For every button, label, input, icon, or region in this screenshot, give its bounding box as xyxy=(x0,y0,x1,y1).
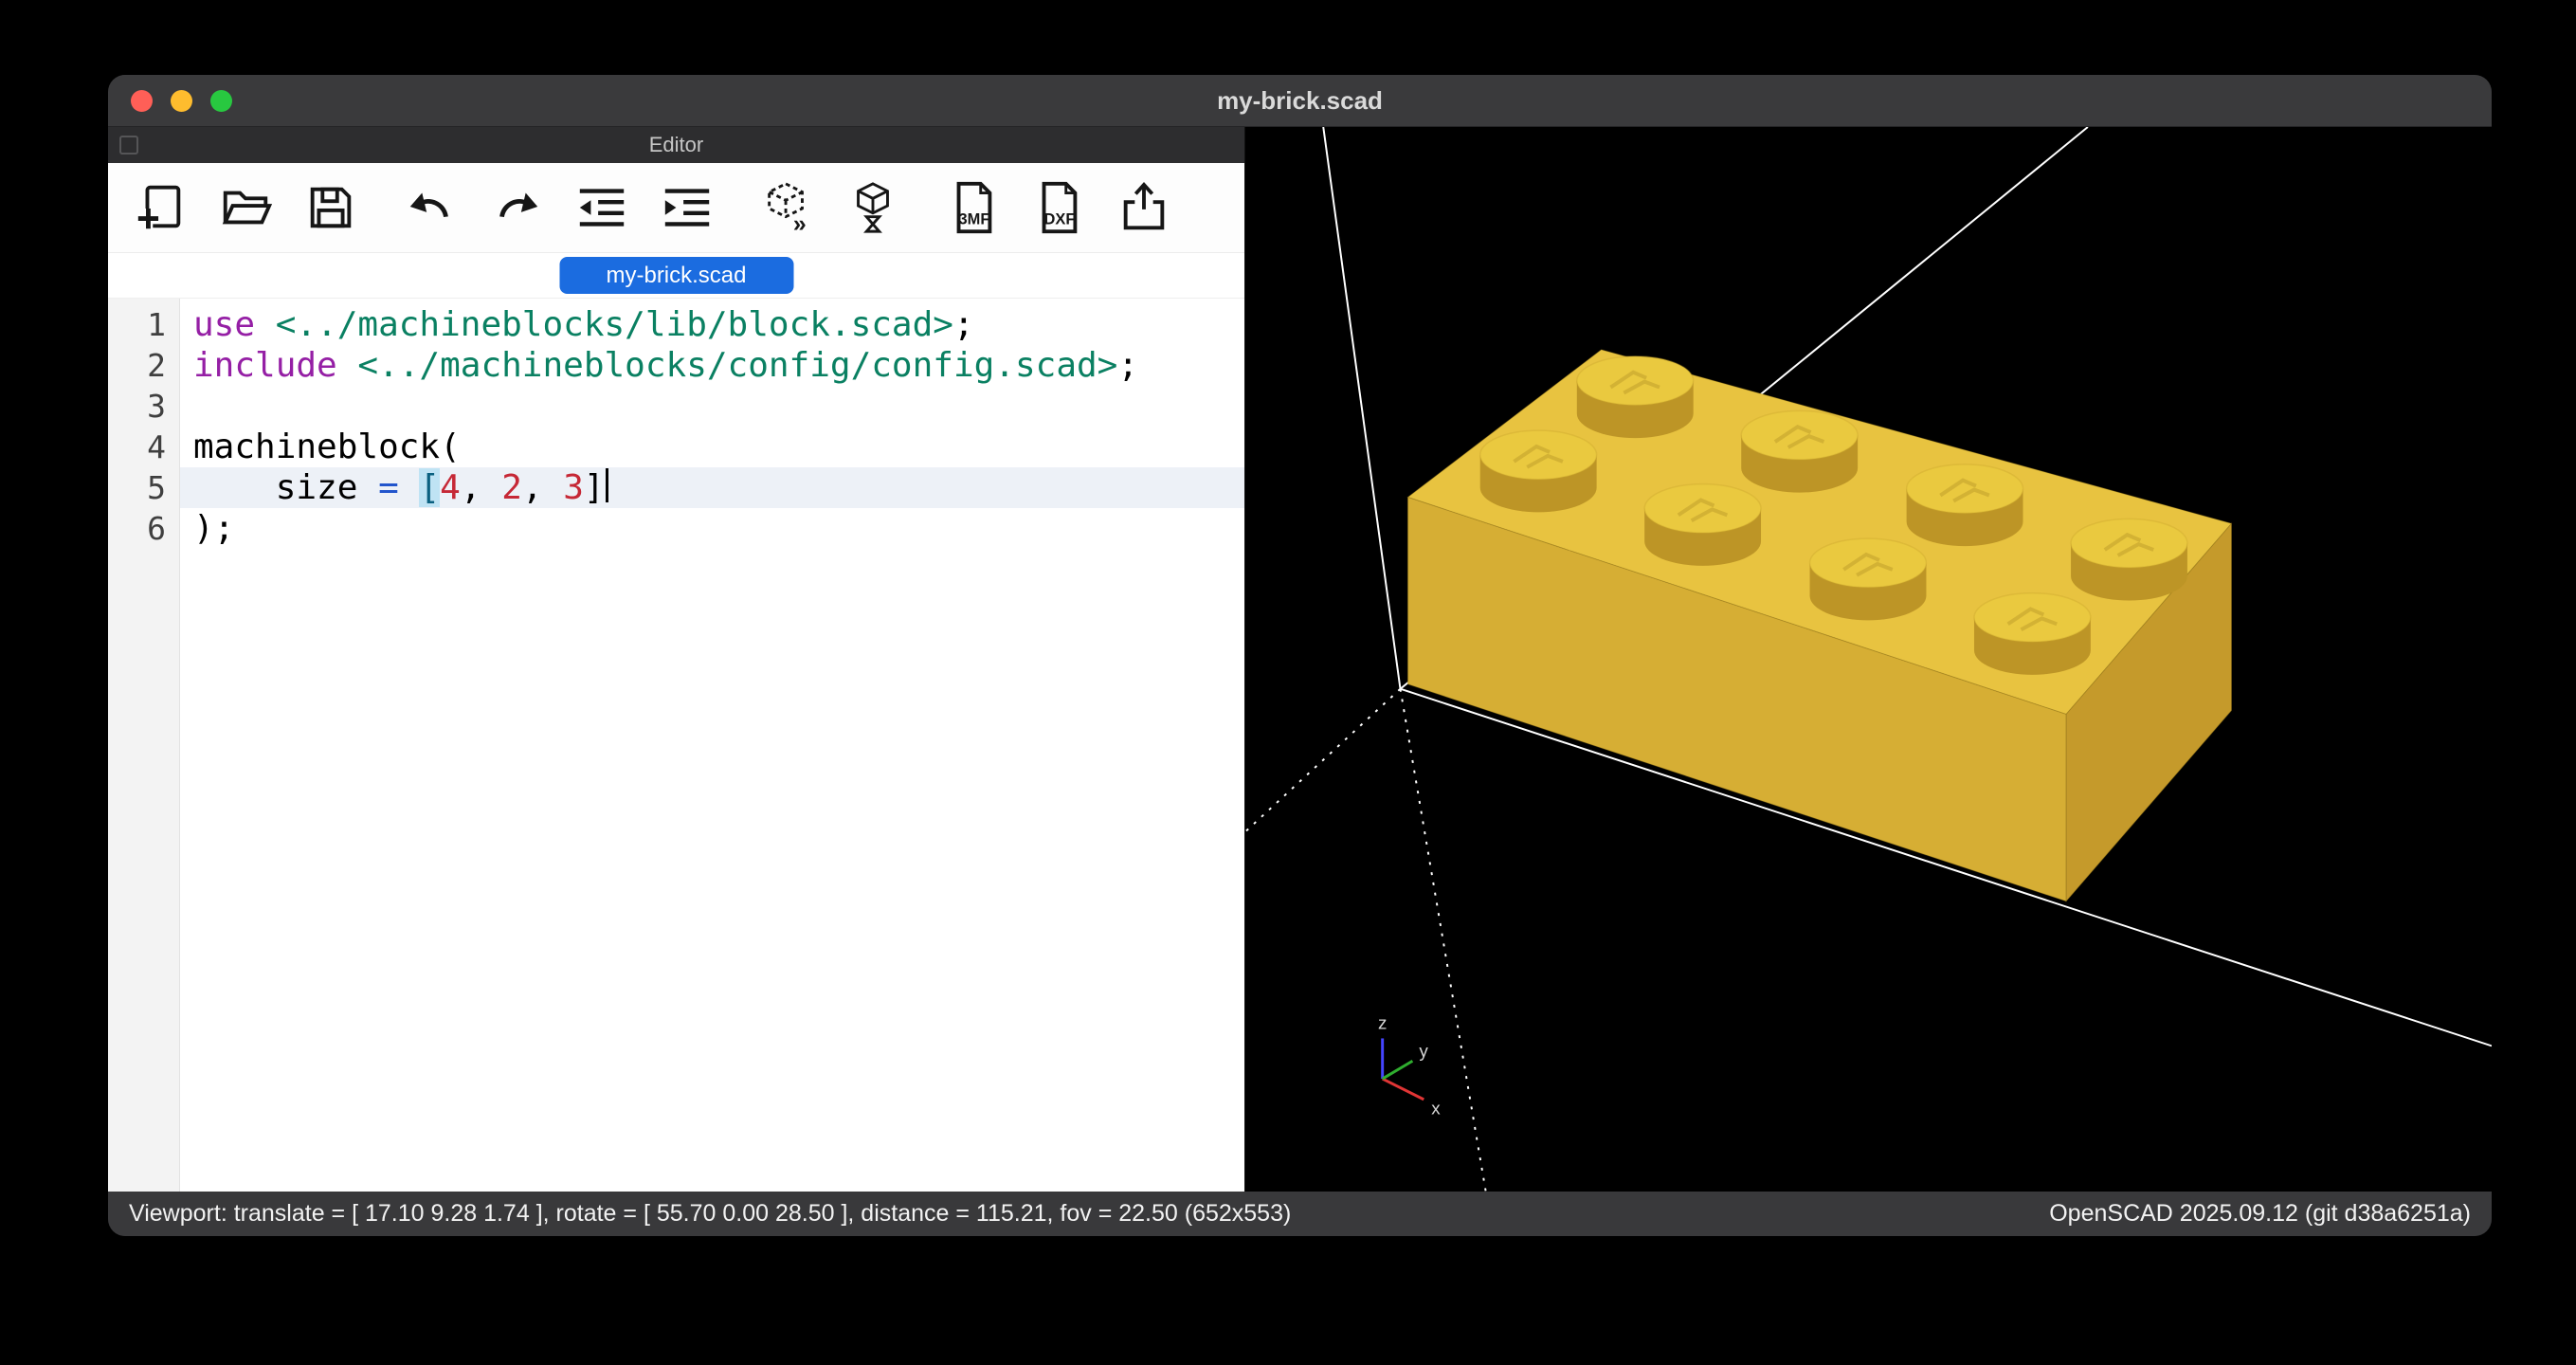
editor-toolbar: » xyxy=(108,163,1244,253)
viewport-status-text: Viewport: translate = [ 17.10 9.28 1.74 … xyxy=(129,1200,1291,1228)
line-number-gutter: 123456 xyxy=(108,299,180,1192)
line-number: 4 xyxy=(108,427,179,467)
indent-button[interactable] xyxy=(650,171,724,245)
panel-title: Editor xyxy=(649,133,703,157)
export-3mf-label: 3MF xyxy=(959,210,990,228)
openscad-window: my-brick.scad Editor xyxy=(108,75,2492,1236)
axis-indicator: z x y xyxy=(1378,1013,1441,1119)
3d-viewport[interactable]: z x y xyxy=(1245,127,2492,1192)
open-file-button[interactable] xyxy=(209,171,282,245)
line-number: 3 xyxy=(108,386,179,427)
save-button[interactable] xyxy=(294,171,368,245)
axis-z-label: z xyxy=(1378,1013,1387,1033)
render-icon xyxy=(845,180,900,235)
text-cursor xyxy=(606,468,608,502)
svg-text:»: » xyxy=(793,210,807,235)
render-button[interactable] xyxy=(836,171,910,245)
undo-icon xyxy=(404,180,459,235)
axis-x-line xyxy=(1383,1079,1424,1100)
code-line[interactable]: ); xyxy=(180,508,1244,549)
close-button[interactable] xyxy=(131,90,153,112)
code-line[interactable]: size = [4, 2, 3] xyxy=(180,467,1244,508)
export-upload-icon xyxy=(1116,180,1171,235)
minimize-button[interactable] xyxy=(171,90,192,112)
undo-button[interactable] xyxy=(394,171,468,245)
unindent-icon xyxy=(574,180,629,235)
code-lines[interactable]: use <../machineblocks/lib/block.scad>;in… xyxy=(180,299,1244,1192)
code-line[interactable]: use <../machineblocks/lib/block.scad>; xyxy=(180,304,1244,345)
line-number: 1 xyxy=(108,304,179,345)
editor-dock-header: Editor xyxy=(108,127,1244,163)
axis-y-line xyxy=(1383,1061,1413,1079)
line-number: 2 xyxy=(108,345,179,386)
axis-y-label: y xyxy=(1419,1041,1428,1061)
preview-icon: » xyxy=(760,180,815,235)
line-number: 6 xyxy=(108,508,179,549)
redo-icon xyxy=(489,180,544,235)
export-dxf-label: DXF xyxy=(1044,210,1076,228)
viewport-panel: z x y xyxy=(1245,127,2492,1192)
code-editor[interactable]: 123456 use <../machineblocks/lib/block.s… xyxy=(108,299,1244,1192)
code-line[interactable] xyxy=(180,386,1244,427)
code-line[interactable]: include <../machineblocks/config/config.… xyxy=(180,345,1244,386)
brick-model xyxy=(1407,350,2231,901)
export-button[interactable] xyxy=(1107,171,1181,245)
traffic-lights xyxy=(131,75,232,126)
window-titlebar: my-brick.scad xyxy=(108,75,2492,127)
window-title: my-brick.scad xyxy=(108,75,2492,126)
version-text: OpenSCAD 2025.09.12 (git d38a6251a) xyxy=(2049,1200,2471,1228)
editor-panel: Editor xyxy=(108,127,1245,1192)
undock-icon[interactable] xyxy=(119,136,138,155)
open-folder-icon xyxy=(218,180,273,235)
new-file-button[interactable] xyxy=(123,171,197,245)
code-line[interactable]: machineblock( xyxy=(180,427,1244,467)
unindent-button[interactable] xyxy=(565,171,639,245)
zoom-button[interactable] xyxy=(210,90,232,112)
line-number: 5 xyxy=(108,467,179,508)
tab-my-brick[interactable]: my-brick.scad xyxy=(559,257,793,294)
indent-icon xyxy=(660,180,715,235)
editor-tabbar: my-brick.scad xyxy=(108,253,1244,299)
export-dxf-button[interactable]: DXF xyxy=(1022,171,1096,245)
axis-x-label: x xyxy=(1431,1099,1441,1119)
save-icon xyxy=(303,180,358,235)
preview-button[interactable]: » xyxy=(751,171,825,245)
redo-button[interactable] xyxy=(480,171,553,245)
export-3mf-icon: 3MF xyxy=(946,180,1001,235)
export-3mf-button[interactable]: 3MF xyxy=(936,171,1010,245)
new-file-icon xyxy=(133,180,188,235)
status-bar: Viewport: translate = [ 17.10 9.28 1.74 … xyxy=(108,1192,2492,1236)
export-dxf-icon: DXF xyxy=(1031,180,1086,235)
